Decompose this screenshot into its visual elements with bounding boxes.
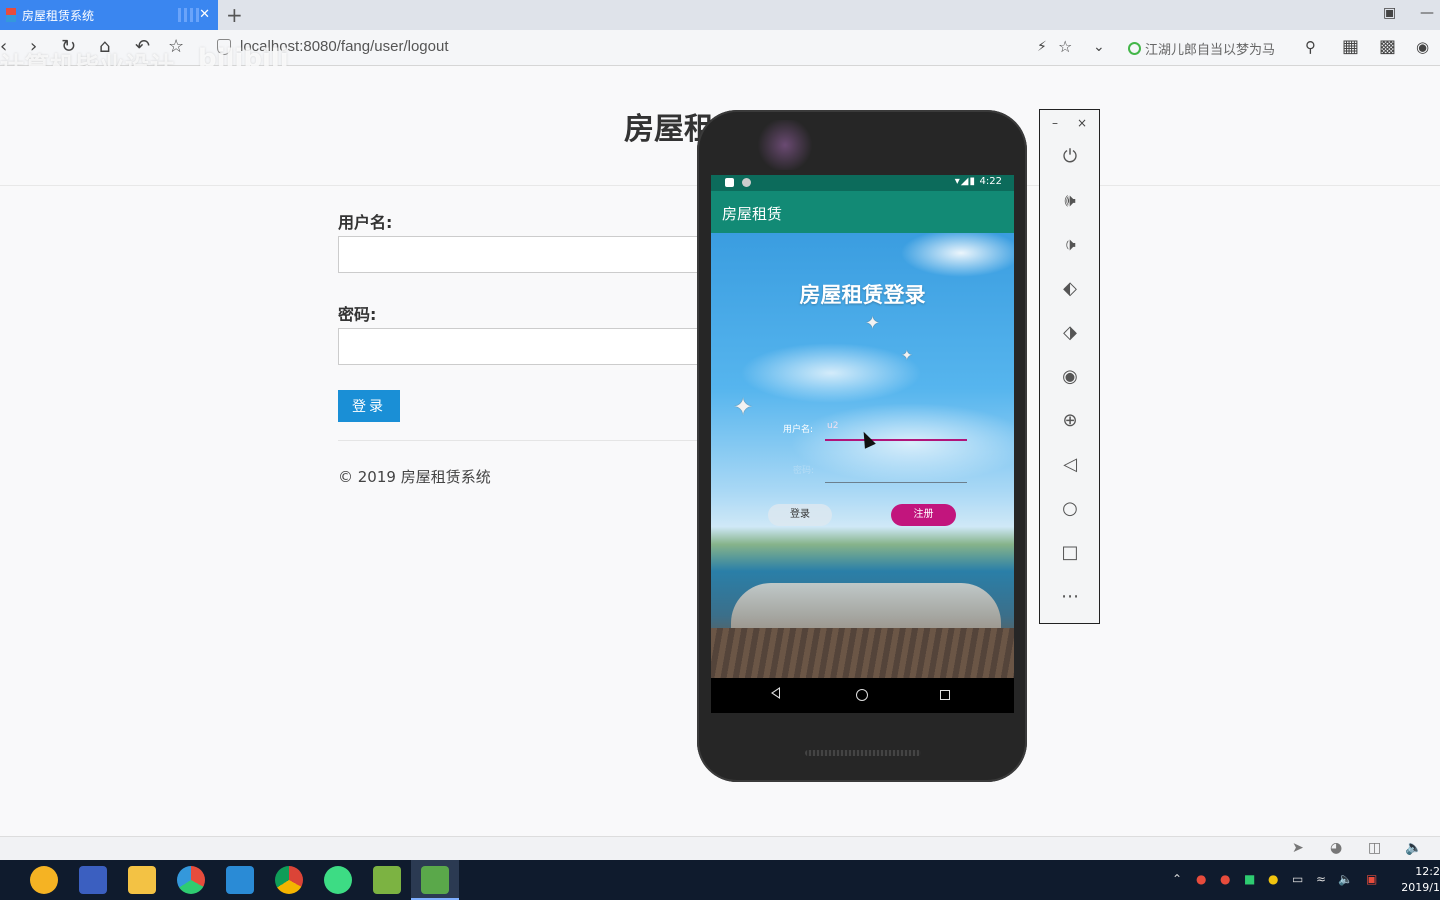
qrcode-icon[interactable]: ▩ bbox=[1379, 36, 1396, 58]
password-label: 密码: bbox=[338, 305, 377, 324]
home-icon[interactable]: ○ bbox=[1058, 497, 1082, 521]
rotate-right-icon[interactable]: ⬗ bbox=[1058, 321, 1082, 345]
sound-icon[interactable]: 🔈 bbox=[1405, 840, 1422, 856]
back-icon[interactable]: ◁ bbox=[1058, 453, 1082, 477]
signal-battery-icon: ▾◢▮ bbox=[954, 176, 976, 187]
emulator-app-icon[interactable] bbox=[421, 866, 449, 894]
mobile-username-label: 用户名: bbox=[783, 425, 814, 435]
copyright-text: © 2019 房屋租赁系统 bbox=[338, 468, 491, 486]
volume-down-icon[interactable]: 🕩 bbox=[1058, 233, 1082, 257]
panel-close-button[interactable]: × bbox=[1077, 116, 1087, 130]
tab-glitch bbox=[178, 8, 200, 22]
rotate-left-icon[interactable]: ⬖ bbox=[1058, 277, 1082, 301]
clock-time: 12:2 bbox=[1415, 865, 1440, 878]
tray-expand-icon[interactable]: ⌃ bbox=[1172, 872, 1182, 886]
browser-status-bar: ➤ ◕ ◫ 🔈 bbox=[0, 836, 1440, 860]
apps-grid-icon[interactable]: ▦ bbox=[1342, 36, 1359, 58]
volume-icon[interactable]: 🔈 bbox=[1338, 872, 1353, 886]
emulator-screen[interactable]: ▾◢▮ 4:22 房屋租赁 ✦ ✦ ✦ 房屋租赁登录 用户名: u2 密码: 登… bbox=[711, 175, 1014, 713]
dropdown-chevron-icon[interactable]: ⌄ bbox=[1093, 36, 1105, 58]
seagull-icon: ✦ bbox=[733, 393, 754, 421]
chrome-icon[interactable] bbox=[275, 866, 303, 894]
emulator-controls-panel: – × ⏻ 🕪 🕩 ⬖ ⬗ ◉ ⊕ ◁ ○ □ ⋯ bbox=[1039, 109, 1100, 624]
android-status-bar: ▾◢▮ 4:22 bbox=[711, 175, 1014, 191]
mobile-password-label: 密码: bbox=[793, 466, 815, 476]
webstorm-icon[interactable] bbox=[226, 866, 254, 894]
tab-title: 房屋租赁系统 bbox=[22, 8, 95, 23]
mobile-password-input[interactable] bbox=[825, 482, 967, 483]
android-nav-bar bbox=[711, 678, 1014, 713]
power-icon[interactable]: ⏻ bbox=[1058, 145, 1082, 169]
tray-qq-icon[interactable]: ● bbox=[1220, 872, 1230, 886]
mobile-login-button[interactable]: 登录 bbox=[768, 504, 832, 526]
search-hint-text: 江湖儿郎自当以梦为马 bbox=[1145, 43, 1276, 58]
search-icon[interactable]: ⚲ bbox=[1305, 36, 1316, 58]
tray-app-icon[interactable]: ● bbox=[1268, 872, 1278, 886]
sd-card-icon bbox=[725, 178, 734, 187]
username-label: 用户名: bbox=[338, 213, 393, 232]
rocket-icon[interactable]: ➤ bbox=[1292, 840, 1304, 856]
seagull-icon: ✦ bbox=[865, 313, 881, 334]
speed-icon[interactable]: ◕ bbox=[1330, 840, 1342, 856]
more-icon[interactable]: ⋯ bbox=[1058, 585, 1082, 609]
nav-recents-icon[interactable] bbox=[940, 690, 950, 700]
bookmark-star-icon[interactable]: ☆ bbox=[1058, 36, 1072, 58]
mobile-username-input[interactable]: u2 bbox=[827, 421, 838, 431]
tab-close-icon[interactable]: ✕ bbox=[199, 6, 210, 24]
device-speaker bbox=[805, 750, 921, 756]
taskbar-app-icon[interactable] bbox=[177, 866, 205, 894]
taskbar-app-icon[interactable] bbox=[373, 866, 401, 894]
mobile-register-button[interactable]: 注册 bbox=[891, 504, 956, 526]
shirt-icon[interactable]: ▣ bbox=[1383, 5, 1396, 21]
shield-icon[interactable]: ◉ bbox=[1416, 36, 1429, 58]
tray-app-icon[interactable]: ■ bbox=[1244, 872, 1255, 886]
favicon-icon bbox=[6, 8, 16, 22]
deck-image bbox=[711, 628, 1014, 678]
minimize-window-icon[interactable]: — bbox=[1420, 5, 1434, 21]
taskbar-app-icon[interactable] bbox=[79, 866, 107, 894]
new-tab-button[interactable]: + bbox=[226, 3, 243, 27]
trash-icon[interactable]: ◫ bbox=[1368, 840, 1381, 856]
windows-taskbar: ⌃ ● ● ■ ● ▭ ≈ 🔈 ▣ 12:2 2019/1 bbox=[0, 860, 1440, 900]
camera-icon[interactable]: ◉ bbox=[1058, 365, 1082, 389]
battery-icon[interactable]: ▭ bbox=[1292, 872, 1303, 886]
notification-dot-icon bbox=[742, 178, 751, 187]
password-input[interactable] bbox=[338, 328, 758, 365]
clock-date: 2019/1 bbox=[1401, 881, 1440, 894]
volume-up-icon[interactable]: 🕪 bbox=[1058, 189, 1082, 213]
overview-icon[interactable]: □ bbox=[1058, 541, 1082, 565]
system-clock[interactable]: 12:2 2019/1 bbox=[1401, 864, 1440, 896]
status-time: 4:22 bbox=[979, 176, 1002, 187]
wifi-icon[interactable]: ≈ bbox=[1316, 872, 1326, 886]
zoom-icon[interactable]: ⊕ bbox=[1058, 409, 1082, 433]
login-button[interactable]: 登录 bbox=[338, 390, 400, 422]
tray-qq-icon[interactable]: ● bbox=[1196, 872, 1206, 886]
file-explorer-icon[interactable] bbox=[128, 866, 156, 894]
ime-icon[interactable]: ▣ bbox=[1366, 872, 1377, 886]
browser-tab[interactable]: 房屋租赁系统 ✕ bbox=[0, 0, 218, 30]
nav-back-icon[interactable] bbox=[771, 687, 780, 699]
nav-home-icon[interactable] bbox=[856, 689, 868, 701]
android-studio-icon[interactable] bbox=[324, 866, 352, 894]
taskbar-app-icon[interactable] bbox=[30, 866, 58, 894]
tab-strip: 房屋租赁系统 ✕ + ▣ — bbox=[0, 0, 1440, 30]
search-box[interactable]: 江湖儿郎自当以梦为马 bbox=[1128, 39, 1275, 58]
login-title: 房屋租赁登录 bbox=[799, 283, 926, 307]
divider bbox=[338, 440, 738, 441]
username-underline bbox=[825, 439, 967, 441]
search-engine-icon bbox=[1128, 42, 1141, 55]
panel-minimize-button[interactable]: – bbox=[1052, 116, 1058, 130]
username-input[interactable] bbox=[338, 236, 758, 273]
app-bar: 房屋租赁 bbox=[711, 191, 1014, 233]
seagull-icon: ✦ bbox=[901, 348, 913, 364]
render-glitch bbox=[755, 120, 815, 170]
app-bar-title: 房屋租赁 bbox=[722, 205, 783, 223]
lightning-icon[interactable]: ⚡ bbox=[1037, 36, 1047, 58]
